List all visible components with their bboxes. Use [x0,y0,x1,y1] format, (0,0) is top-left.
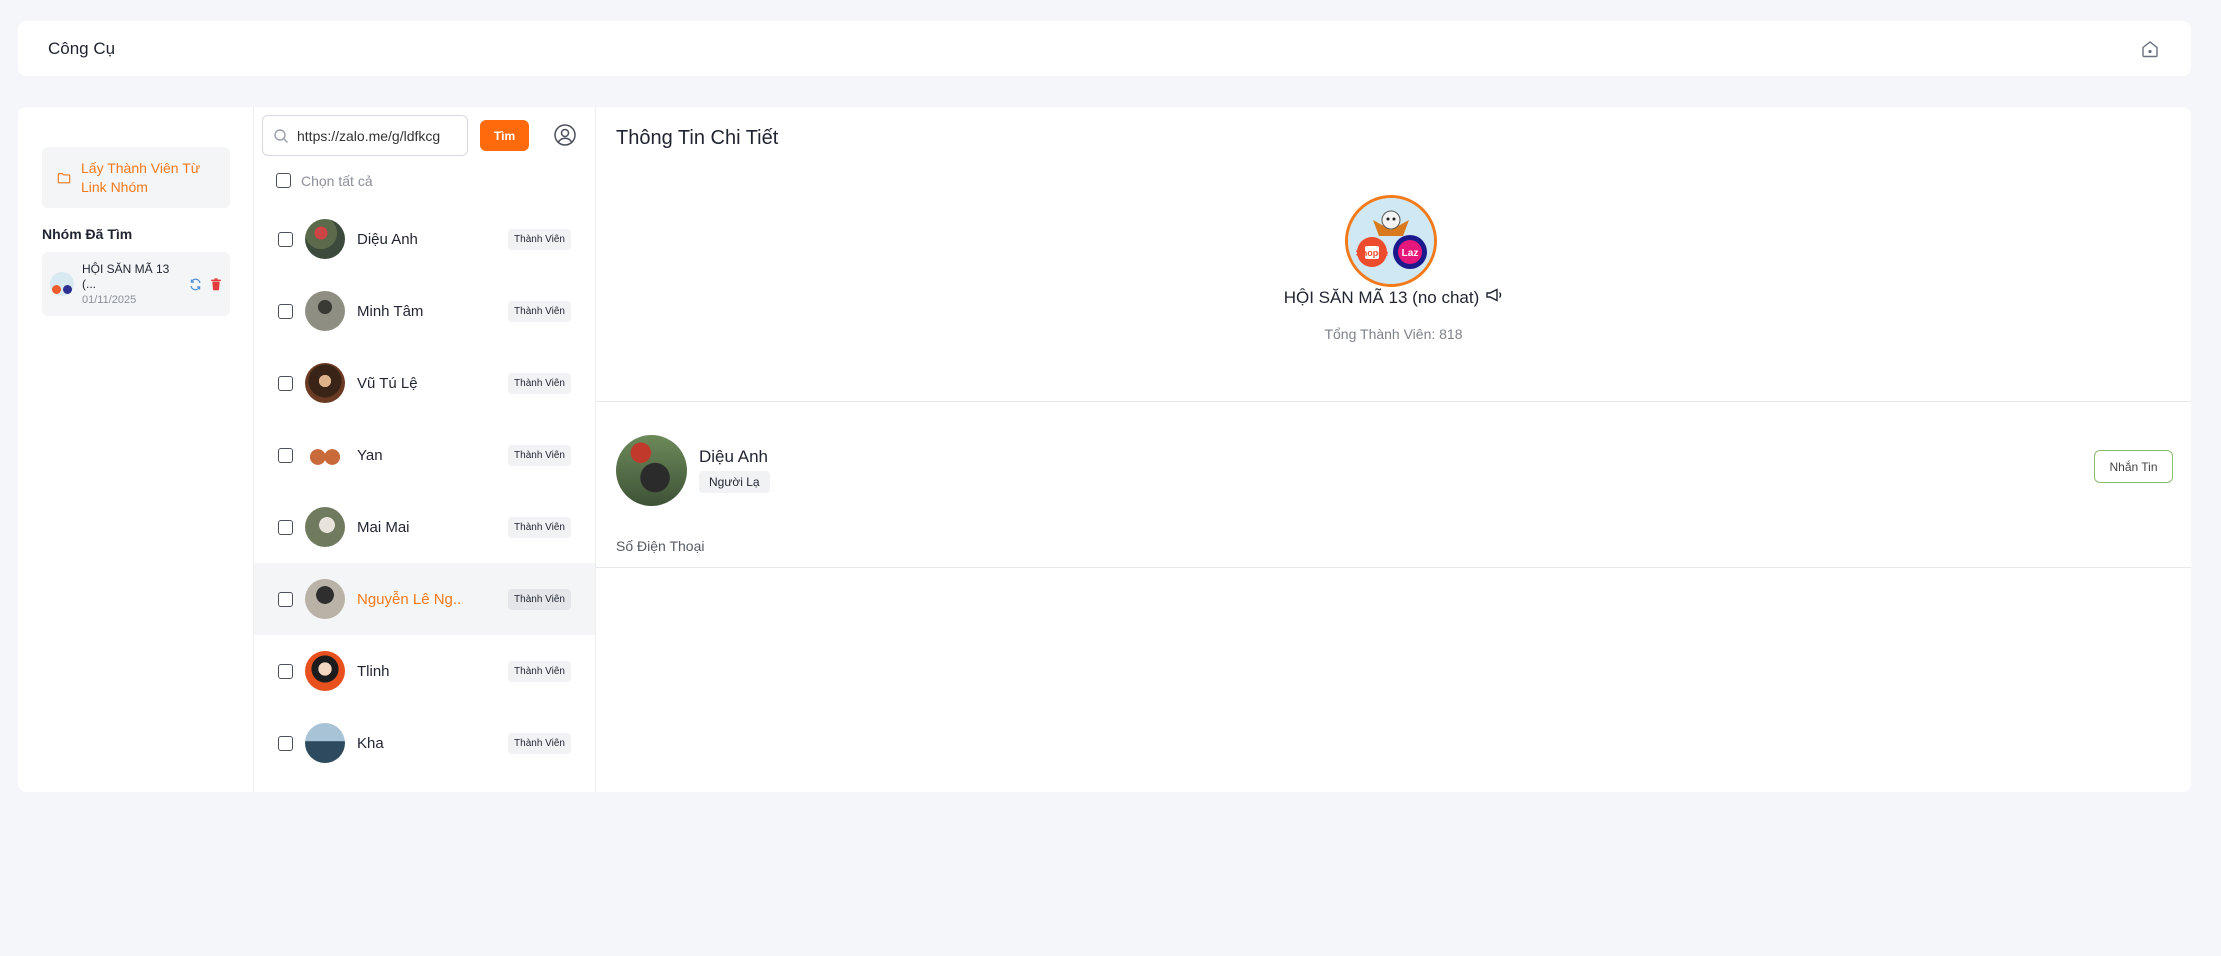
member-checkbox[interactable] [278,519,293,535]
member-checkbox[interactable] [278,231,293,247]
member-name: Nguyễn Lê Ng... [357,590,463,608]
member-role-badge: Thành Viên [508,372,571,394]
divider [596,567,2191,568]
user-circle-icon[interactable] [553,123,579,149]
select-all-label: Chọn tất cả [301,172,373,189]
divider [596,401,2191,402]
member-row[interactable]: Diệu Anh Thành Viên [254,203,595,275]
member-list-panel: Tìm Chọn tất cả Diệu Anh Thành Viên Minh… [254,107,596,792]
member-checkbox[interactable] [278,447,293,463]
member-checkbox[interactable] [278,735,293,751]
detail-title: Thông Tin Chi Tiết [616,127,779,149]
member-name: Mai Mai [357,518,410,536]
megaphone-icon [1485,287,1503,308]
member-name: Tlinh [357,662,390,680]
member-role-badge: Thành Viên [508,444,571,466]
home-icon[interactable] [2139,38,2161,60]
member-checkbox[interactable] [278,375,293,391]
member-checkbox[interactable] [278,591,293,607]
avatar [305,723,345,763]
member-role-badge: Thành Viên [508,588,571,610]
group-name-row: HỘI SĂN MÃ 13 (no chat) [596,287,2191,308]
member-name: Diệu Anh [357,230,418,248]
page-title: Công Cụ [48,38,116,58]
avatar [305,291,345,331]
find-button[interactable]: Tìm [480,120,529,151]
group-link-input[interactable] [297,127,452,144]
group-item-name: HỘI SĂN MÃ 13 (... [82,262,170,291]
member-row[interactable]: Vũ Tú Lệ Thành Viên [254,347,595,419]
group-avatar: Shopee Laz [1345,195,1437,287]
folder-icon [57,172,71,183]
lazada-logo-text: Laz [1402,248,1419,259]
main-panel: Lấy Thành Viên Từ Link Nhóm Nhóm Đã Tìm … [18,107,2191,792]
member-count: Tổng Thành Viên: 818 [1324,326,1463,342]
member-checkbox[interactable] [278,303,293,319]
member-row[interactable]: Yan Thành Viên [254,419,595,491]
trash-icon[interactable] [210,277,222,291]
avatar [305,651,345,691]
member-name: Vũ Tú Lệ [357,374,418,392]
member-row[interactable]: Kha Thành Viên [254,707,595,779]
member-role-badge: Thành Viên [508,228,571,250]
stranger-badge: Người Lạ [699,471,770,493]
search-icon [274,128,288,143]
member-name: Yan [357,446,383,464]
member-role-badge: Thành Viên [508,516,571,538]
top-bar: Công Cụ [18,21,2191,76]
avatar [305,579,345,619]
member-row[interactable]: Tlinh Thành Viên [254,635,595,707]
member-row[interactable]: Mai Mai Thành Viên [254,491,595,563]
search-box [262,115,468,156]
select-all-row[interactable]: Chọn tất cả [254,158,595,203]
avatar [305,507,345,547]
avatar [305,363,345,403]
member-role-badge: Thành Viên [508,300,571,322]
refresh-icon[interactable] [189,278,202,291]
avatar [305,435,345,475]
select-all-checkbox[interactable] [276,173,291,188]
avatar [305,219,345,259]
message-button[interactable]: Nhắn Tin [2094,450,2173,483]
searched-groups-title: Nhóm Đã Tìm [42,226,133,242]
member-name: Minh Tâm [357,302,424,320]
member-role-badge: Thành Viên [508,660,571,682]
get-members-label: Lấy Thành Viên Từ Link Nhóm [81,159,201,195]
detail-panel: Thông Tin Chi Tiết Shopee Laz HỘI SĂN MÃ… [596,107,2191,792]
selected-user-name: Diệu Anh [699,447,768,466]
member-checkbox[interactable] [278,663,293,679]
phone-number-label: Số Điện Thoại [616,538,705,554]
member-role-badge: Thành Viên [508,732,571,754]
group-item-date: 01/11/2025 [82,294,137,306]
group-name: HỘI SĂN MÃ 13 (no chat) [1283,287,1480,307]
shopee-logo-text: Shopee [1356,248,1389,258]
member-name: Kha [357,734,384,752]
sidebar: Lấy Thành Viên Từ Link Nhóm Nhóm Đã Tìm … [18,107,254,792]
group-avatar-small [50,272,74,296]
searched-group-item[interactable]: HỘI SĂN MÃ 13 (... 01/11/2025 [42,252,230,316]
selected-user-avatar [616,435,687,506]
member-row[interactable]: Minh Tâm Thành Viên [254,275,595,347]
member-row-selected[interactable]: Nguyễn Lê Ng... Thành Viên [254,563,595,635]
get-members-from-link-button[interactable]: Lấy Thành Viên Từ Link Nhóm [42,147,230,208]
